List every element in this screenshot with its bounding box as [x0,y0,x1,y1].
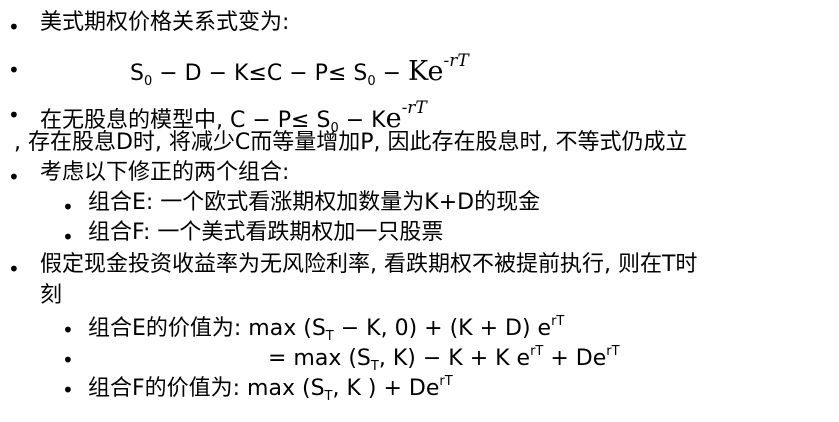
line-5-text: 考虑以下修正的两个组合: [40,160,290,185]
bullet-marker: • [8,15,20,39]
line-1-text: 美式期权价格关系式变为: [40,10,290,35]
sub-bullet-marker: • [62,195,74,219]
formula-line: = max (ST, K) − K + K erT + DerT [268,345,620,373]
formula-part: = max (S [268,346,371,371]
formula-subscript: T [370,359,379,374]
sub-bullet-marker: • [62,378,74,402]
formula-part: − [375,61,409,86]
formula-e: e [427,56,444,87]
bullet-text: 假定现金投资收益率为无风险利率, 看跌期权不被提前执行, 则在T时 [40,254,697,276]
line-11-text: 组合F的价值为: max (S [88,376,325,401]
formula-exponent: rT [439,374,453,389]
bullet-marker: • [8,103,20,127]
sub-bullet-text: 组合E的价值为: max (ST − K, 0) + (K + D) erT [88,315,564,343]
bullet-marker: • [8,165,20,189]
line-8b-text: 刻 [40,283,63,308]
formula-exponent: -rT [401,98,427,118]
line-4-text: , 存在股息D时, 将减少C而等量增加P, 因此存在股息时, 不等式仍成立 [14,130,688,155]
bullet-marker: • [8,257,20,281]
formula-subscript: 0 [143,74,153,89]
formula-part: − D − K≤C − P≤ S [152,61,368,86]
formula-subscript: T [325,329,334,344]
line-9-text: 组合E的价值为: max (S [88,316,326,341]
sub-bullet-marker: • [62,225,74,249]
bullet-text: 考虑以下修正的两个组合: [40,162,289,184]
line-8-text: 假定现金投资收益率为无风险利率, 看跌期权不被提前执行, 则在T时 [40,252,698,277]
formula-exponent: rT [530,344,544,359]
sub-bullet-marker: • [62,348,74,372]
sub-bullet-marker: • [62,318,74,342]
formula-k: K [408,56,428,87]
formula-line: S0 − D − K≤C − P≤ S0 − Ke-rT [130,51,469,89]
line-6-text: 组合E: 一个欧式看涨期权加数量为K+D的现金 [88,190,541,215]
sub-bullet-text: 组合F的价值为: max (ST, K ) + DerT [88,375,453,403]
line-7-text: 组合F: 一个美式看跌期权加一只股票 [88,220,444,245]
bullet-marker: • [8,58,20,82]
formula-subscript: T [324,389,333,404]
bullet-text: 美式期权价格关系式变为: [40,12,289,34]
formula-exponent: rT [551,314,565,329]
sub-bullet-text: 组合F: 一个美式看跌期权加一只股票 [88,222,443,244]
continuation-text: , 存在股息D时, 将减少C而等量增加P, 因此存在股息时, 不等式仍成立 [14,132,688,154]
formula-exponent: rT [606,344,620,359]
formula-part: , K) − K + K e [378,346,531,371]
formula-exponent: -rT [443,51,469,71]
formula-part: , K ) + De [332,376,440,401]
continuation-text: 刻 [40,285,62,307]
sub-bullet-text: 组合E: 一个欧式看涨期权加数量为K+D的现金 [88,192,540,214]
formula-part: − K, 0) + (K + D) e [333,316,552,341]
formula-part: S [130,61,144,86]
formula-part: + De [543,346,607,371]
formula-subscript: 0 [367,74,376,89]
